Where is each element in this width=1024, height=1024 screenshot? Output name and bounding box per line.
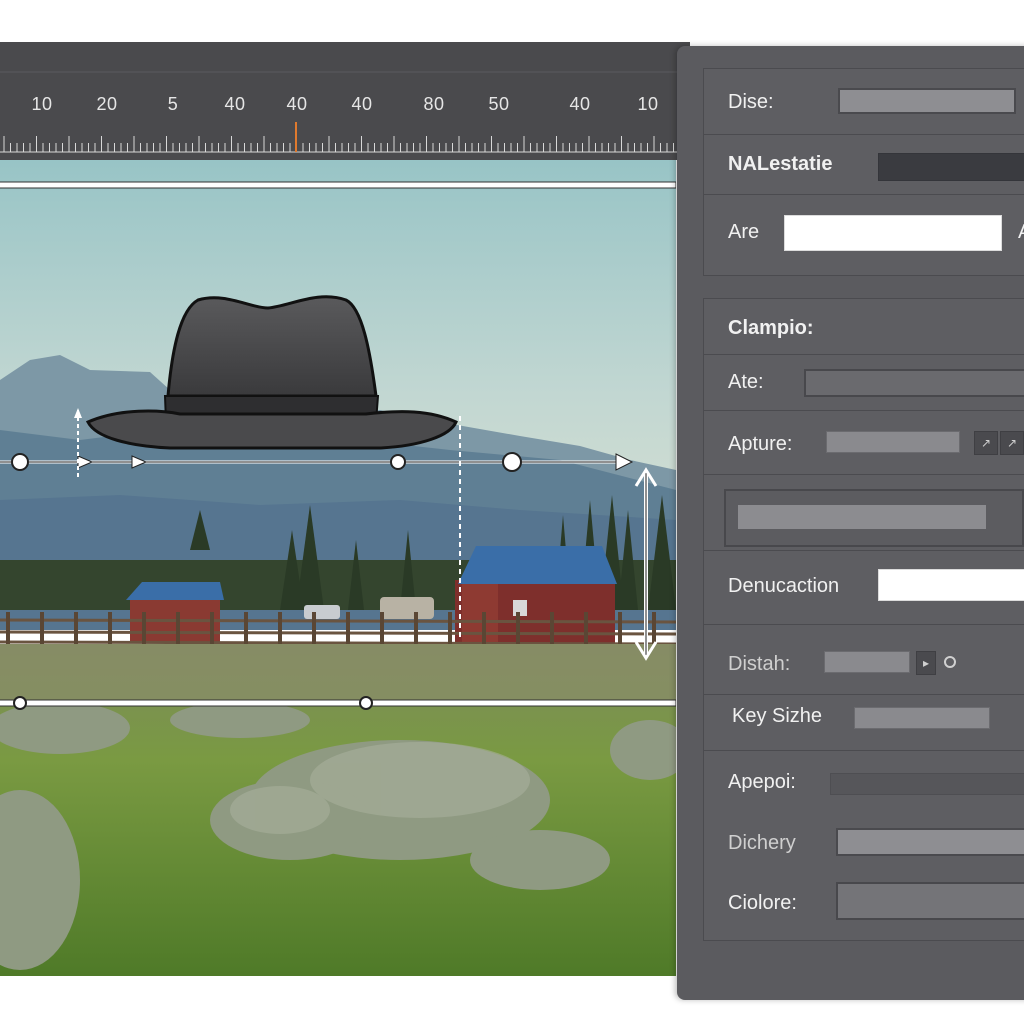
guide-handle[interactable] — [13, 696, 27, 710]
ciolore-field[interactable] — [836, 882, 1024, 920]
nalestatie-field[interactable] — [878, 153, 1024, 181]
ruler-label: 20 — [96, 94, 118, 114]
apepoi-field[interactable] — [830, 773, 1024, 795]
ruler[interactable]: 10 20 5 40 40 40 80 50 40 10 — [0, 42, 690, 160]
ruler-label: 5 — [167, 94, 179, 114]
distah-label: Distah: — [728, 653, 791, 675]
ate-field[interactable] — [804, 369, 1024, 397]
keysizhe-field[interactable] — [854, 707, 990, 729]
ciolore-label: Ciolore: — [728, 892, 797, 914]
are-input[interactable] — [784, 215, 1002, 251]
guide-handle[interactable] — [359, 696, 373, 710]
dichery-field[interactable] — [836, 828, 1024, 856]
row-apepoi: Apepoi: — [703, 750, 1024, 815]
row-apture: Apture: ↗ ↗ — [703, 410, 1024, 476]
row-dise: Dise: — [703, 68, 1024, 136]
slider-fill — [738, 505, 986, 529]
row-nalestatie: NALestatie — [703, 134, 1024, 196]
distah-radio[interactable] — [944, 656, 956, 668]
row-ate: Ate: — [703, 354, 1024, 412]
apepoi-label: Apepoi: — [728, 771, 796, 793]
ate-label: Ate: — [728, 371, 764, 393]
keysizhe-label: Key Sizhe — [732, 705, 823, 727]
row-ciolore: Ciolore: — [703, 870, 1024, 941]
ruler-label: 40 — [569, 94, 591, 114]
ruler-label: 50 — [488, 94, 510, 114]
landscape-photo — [0, 160, 676, 976]
dise-label: Dise: — [728, 91, 774, 113]
guide-handle[interactable] — [390, 454, 406, 470]
ruler-label: 80 — [423, 94, 445, 114]
denucaction-input[interactable] — [878, 569, 1024, 601]
ruler-label: 40 — [224, 94, 246, 114]
are-label: Are — [728, 221, 760, 243]
clampio-heading: Clampio: — [728, 317, 814, 339]
denucaction-label: Denucaction — [728, 575, 840, 597]
distah-field[interactable] — [824, 651, 910, 673]
row-slider — [703, 474, 1024, 552]
properties-panel: Dise: NALestatie Are A Clampio: Ate: Apt… — [677, 46, 1024, 1000]
dise-field[interactable] — [838, 88, 1016, 114]
row-are: Are A — [703, 194, 1024, 276]
distah-step-button[interactable]: ▸ — [916, 651, 936, 675]
ruler-label: 10 — [31, 94, 53, 114]
apture-label: Apture: — [728, 433, 793, 455]
ruler-label: 40 — [286, 94, 308, 114]
apture-link-button[interactable]: ↗ — [974, 431, 998, 455]
nalestatie-label: NALestatie — [728, 153, 833, 175]
guide-handle[interactable] — [11, 453, 29, 471]
apture-field[interactable] — [826, 431, 960, 453]
row-keysizhe: Key Sizhe — [703, 694, 1024, 752]
ruler-label: 40 — [351, 94, 373, 114]
row-dichery: Dichery — [703, 814, 1024, 870]
apture-expand-button[interactable]: ↗ — [1000, 431, 1024, 455]
dichery-label: Dichery — [728, 832, 796, 854]
are-suffix: A — [1018, 221, 1024, 244]
guide-handle[interactable] — [502, 452, 522, 472]
ruler-label: 10 — [637, 94, 659, 114]
image-canvas[interactable] — [0, 160, 676, 976]
section-clampio: Clampio: — [703, 298, 1024, 355]
row-distah: Distah: ▸ — [703, 624, 1024, 696]
slider-track[interactable] — [724, 489, 1024, 547]
row-denucaction: Denucaction — [703, 550, 1024, 626]
